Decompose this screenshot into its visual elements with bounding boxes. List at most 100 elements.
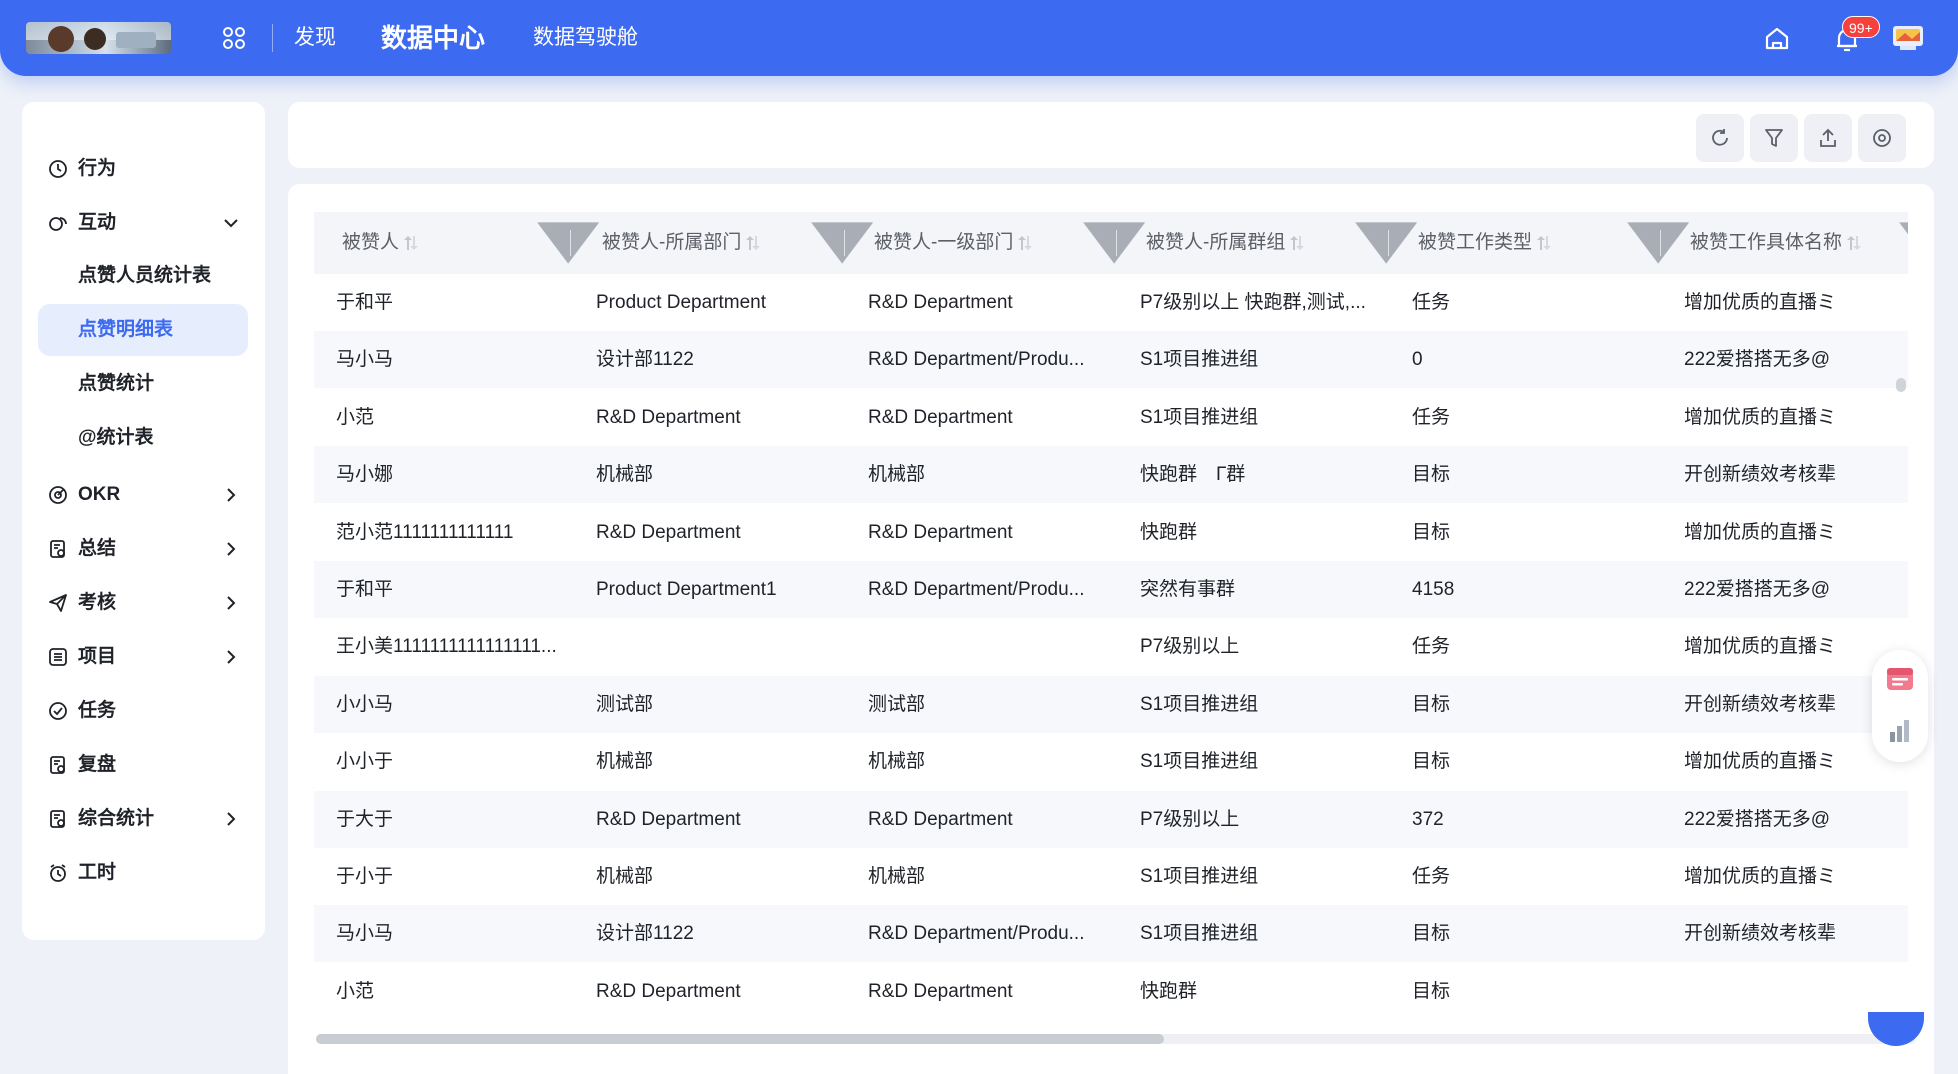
sidebar-subitem-like-stats[interactable]: 点赞统计 bbox=[38, 358, 248, 410]
filter-dropdown-icon[interactable] bbox=[532, 212, 604, 274]
sidebar-item-work-hours[interactable]: 工时 bbox=[48, 852, 240, 894]
settings-button[interactable] bbox=[1858, 114, 1906, 162]
sidebar-item-okr[interactable]: OKR bbox=[48, 474, 240, 516]
sidebar-item-behavior[interactable]: 行为 bbox=[48, 148, 240, 190]
sort-icon[interactable] bbox=[403, 234, 419, 252]
sidebar-item-task[interactable]: 任务 bbox=[48, 690, 240, 732]
table-cell: 机械部 bbox=[596, 751, 654, 773]
table-cell: 任务 bbox=[1412, 636, 1451, 658]
top-navigation-bar: 发现 数据中心 数据驾驶舱 99+ bbox=[0, 0, 1958, 76]
table-cell: 马小马 bbox=[336, 923, 394, 945]
table-cell: 小范 bbox=[336, 406, 375, 428]
sidebar-item-overall-stats[interactable]: 综合统计 bbox=[48, 798, 240, 840]
table-cell: 增加优质的直播ミ bbox=[1684, 866, 1837, 887]
table-row[interactable]: 小小于 机械部 机械部 S1项目推进组 目标 增加优质的直播ミ bbox=[314, 733, 1908, 790]
table-row[interactable]: 范小范1111111111111 R&D Department R&D Depart… bbox=[314, 504, 1908, 561]
floating-tools bbox=[1872, 650, 1928, 762]
apps-grid-icon[interactable] bbox=[222, 26, 246, 50]
horizontal-scrollbar-thumb[interactable] bbox=[316, 1034, 1164, 1044]
sidebar-item-summary[interactable]: 总结 bbox=[48, 528, 240, 570]
sort-icon[interactable] bbox=[1017, 234, 1033, 252]
export-button[interactable] bbox=[1804, 114, 1852, 162]
table-cell: 机械部 bbox=[596, 866, 654, 887]
sidebar-subitem-mention-stats[interactable]: @统计表 bbox=[38, 412, 248, 464]
column-divider bbox=[1116, 230, 1117, 256]
chevron-right-icon[interactable] bbox=[222, 648, 240, 666]
sidebar-item-assessment[interactable]: 考核 bbox=[48, 582, 240, 624]
table-row[interactable]: 小小马 测试部 测试部 S1项目推进组 目标 开创新绩效考核辈 bbox=[314, 675, 1908, 733]
sidebar-item-label: 行为 bbox=[78, 158, 117, 179]
sort-icon[interactable] bbox=[1289, 234, 1305, 252]
table-cell: 机械部 bbox=[868, 751, 926, 773]
calendar-icon[interactable] bbox=[1884, 662, 1916, 694]
refresh-icon bbox=[1712, 129, 1728, 146]
assessment-icon bbox=[49, 594, 67, 612]
sidebar-item-review[interactable]: 复盘 bbox=[48, 744, 240, 786]
filter-button[interactable] bbox=[1750, 114, 1798, 162]
sidebar-subitem-like-person-stats[interactable]: 点赞人员统计表 bbox=[38, 250, 248, 302]
table-cell: 马小娜 bbox=[336, 464, 394, 486]
table-cell: 222爱搭搭无多@ bbox=[1684, 579, 1830, 600]
table-cell: 快跑群 bbox=[1140, 980, 1198, 1002]
table-cell: 4158 bbox=[1412, 579, 1455, 600]
bar-chart-icon[interactable] bbox=[1886, 716, 1914, 746]
filter-dropdown-icon[interactable] bbox=[1078, 212, 1150, 274]
sort-icon[interactable] bbox=[1536, 234, 1552, 252]
table-cell: R&D Department bbox=[868, 808, 1013, 830]
nav-discover[interactable]: 发现 bbox=[294, 24, 336, 52]
refresh-button[interactable] bbox=[1696, 114, 1744, 162]
table-row[interactable]: 于和平 Product Department1 R&D Department/Pro… bbox=[314, 561, 1908, 618]
table-cell: 222爱搭搭无多@ bbox=[1684, 808, 1830, 830]
nav-data-cockpit[interactable]: 数据驾驶舱 bbox=[533, 24, 638, 52]
table-cell: 开创新绩效考核辈 bbox=[1684, 923, 1837, 945]
user-avatar[interactable] bbox=[1890, 20, 1926, 56]
table-cell: R&D Department bbox=[596, 521, 741, 543]
sort-icon[interactable] bbox=[745, 234, 761, 252]
chevron-right-icon[interactable] bbox=[222, 486, 240, 504]
sidebar-item-interaction[interactable]: 互动 bbox=[48, 202, 240, 244]
app-logo[interactable] bbox=[26, 22, 171, 54]
table-row[interactable]: 于小于 机械部 机械部 S1项目推进组 任务 增加优质的直播ミ bbox=[314, 848, 1908, 905]
filter-dropdown-icon[interactable] bbox=[1894, 212, 1908, 274]
table-cell: 小范 bbox=[336, 980, 375, 1002]
sidebar-item-label: 考核 bbox=[78, 592, 117, 613]
table-row[interactable]: 王小美1111111111111111... P7级别以上 任务 增加优质的直播ミ bbox=[314, 618, 1908, 675]
column-header[interactable]: 被赞人 bbox=[342, 212, 419, 274]
table-cell: S1项目推进组 bbox=[1140, 751, 1259, 773]
filter-dropdown-icon[interactable] bbox=[806, 212, 878, 274]
table-row[interactable]: 于和平 Product Department R&D Department P7级别以… bbox=[314, 274, 1908, 331]
table-cell: 突然有事群 bbox=[1140, 579, 1236, 600]
export-icon bbox=[1820, 128, 1836, 147]
chevron-down-icon[interactable] bbox=[222, 214, 240, 232]
table-cell: 目标 bbox=[1412, 980, 1451, 1002]
table-row[interactable]: 马小马 设计部1122 R&D Department/Produ... S1项目推进组… bbox=[314, 905, 1908, 963]
table-row[interactable]: 马小娜 机械部 机械部 快跑群 Г群 目标 开创新绩效考核辈 bbox=[314, 446, 1908, 504]
column-header[interactable]: 被赞人-所属部门 bbox=[602, 212, 761, 274]
table-row[interactable]: 马小马 设计部1122 R&D Department/Produ... S1项目推进组… bbox=[314, 331, 1908, 389]
column-header[interactable]: 被赞人-一级部门 bbox=[874, 212, 1033, 274]
table-cell: 0 bbox=[1412, 349, 1423, 371]
table-row[interactable]: 小范 R&D Department R&D Department 快跑群 目标 bbox=[314, 963, 1908, 1020]
column-header[interactable]: 被赞工作类型 bbox=[1418, 212, 1552, 274]
column-header[interactable]: 被赞人-所属群组 bbox=[1146, 212, 1305, 274]
sidebar-subitem-like-detail[interactable]: 点赞明细表 bbox=[38, 304, 248, 356]
column-header[interactable]: 被赞工作具体名称 bbox=[1690, 212, 1862, 274]
table-panel: 被赞人 被赞人-所属部门 被赞人-一级部门 被赞人-所属群组 被赞工作类型 被赞… bbox=[288, 184, 1934, 1074]
sort-icon[interactable] bbox=[1846, 234, 1862, 252]
column-header-label: 被赞人-一级部门 bbox=[874, 232, 1014, 253]
table-cell: 目标 bbox=[1412, 751, 1451, 773]
chevron-right-icon[interactable] bbox=[222, 810, 240, 828]
vertical-scrollbar[interactable] bbox=[1896, 378, 1906, 392]
sidebar-item-project[interactable]: 项目 bbox=[48, 636, 240, 678]
sidebar-item-label: 任务 bbox=[78, 700, 117, 721]
table-row[interactable]: 小范 R&D Department R&D Department S1项目推进组 任务 增… bbox=[314, 389, 1908, 446]
chevron-right-icon[interactable] bbox=[222, 540, 240, 558]
chevron-right-icon[interactable] bbox=[222, 594, 240, 612]
table-cell: 开创新绩效考核辈 bbox=[1684, 464, 1837, 486]
nav-data-center[interactable]: 数据中心 bbox=[381, 21, 485, 55]
home-icon[interactable] bbox=[1764, 26, 1790, 52]
table-row[interactable]: 于大于 R&D Department R&D Department P7级别以上 372… bbox=[314, 790, 1908, 848]
filter-dropdown-icon[interactable] bbox=[1350, 212, 1422, 274]
sidebar-item-label: 总结 bbox=[78, 538, 117, 559]
filter-dropdown-icon[interactable] bbox=[1622, 212, 1694, 274]
